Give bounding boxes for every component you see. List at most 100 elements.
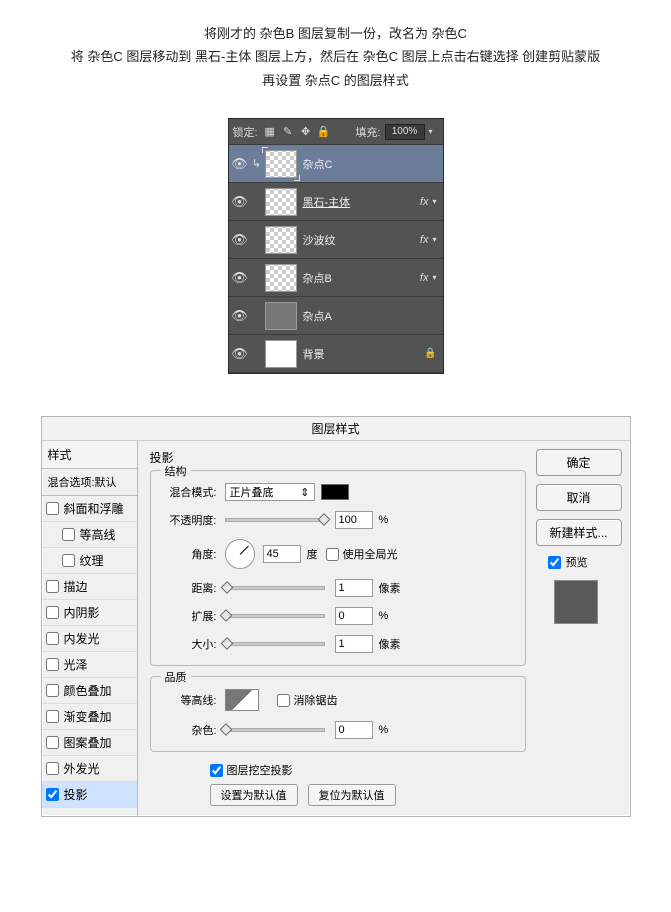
style-list-item[interactable]: 等高线: [42, 522, 137, 548]
lock-position-icon[interactable]: ✥: [298, 124, 314, 140]
size-unit: 像素: [379, 636, 401, 652]
visibility-eye-icon[interactable]: 👁: [229, 308, 251, 324]
angle-input[interactable]: [263, 545, 301, 563]
chevron-down-icon[interactable]: ▾: [432, 197, 436, 206]
set-default-button[interactable]: 设置为默认值: [210, 784, 298, 806]
noise-input[interactable]: [335, 721, 373, 739]
style-list-item[interactable]: 纹理: [42, 548, 137, 574]
layer-row[interactable]: 👁↳杂点C: [229, 145, 443, 183]
style-list-item[interactable]: 描边: [42, 574, 137, 600]
style-checkbox[interactable]: [46, 502, 59, 515]
contour-picker[interactable]: [225, 689, 259, 711]
style-checkbox[interactable]: [46, 684, 59, 697]
distance-label: 距离:: [161, 580, 217, 596]
global-light-checkbox[interactable]: 使用全局光: [326, 546, 398, 562]
chevron-down-icon[interactable]: ▾: [432, 235, 436, 244]
knockout-checkbox[interactable]: 图层挖空投影: [210, 762, 293, 778]
layer-thumbnail[interactable]: [265, 150, 297, 178]
reset-default-button[interactable]: 复位为默认值: [308, 784, 396, 806]
main-panel: 投影 结构 混合模式: 正片叠底⇕ 不透明度: % 角度:: [138, 441, 536, 816]
visibility-eye-icon[interactable]: 👁: [229, 232, 251, 248]
layer-row[interactable]: 👁背景🔒: [229, 335, 443, 373]
visibility-eye-icon[interactable]: 👁: [229, 156, 251, 172]
style-item-label: 内发光: [64, 630, 100, 647]
style-item-label: 纹理: [80, 552, 104, 569]
preview-checkbox[interactable]: 预览: [548, 554, 622, 570]
layer-thumbnail[interactable]: [265, 340, 297, 368]
layer-row[interactable]: 👁 黑石-主体fx▾: [229, 183, 443, 221]
style-checkbox[interactable]: [46, 762, 59, 775]
styles-header[interactable]: 样式: [42, 441, 137, 469]
spread-slider[interactable]: [225, 614, 325, 618]
layer-thumbnail[interactable]: [265, 188, 297, 216]
lock-icons: ▦ ✎ ✥ 🔒: [262, 124, 332, 140]
style-list-item[interactable]: 投影: [42, 782, 137, 808]
layer-row[interactable]: 👁沙波纹fx▾: [229, 221, 443, 259]
style-list-item[interactable]: 斜面和浮雕: [42, 496, 137, 522]
style-item-label: 等高线: [80, 526, 116, 543]
lock-image-icon[interactable]: ✎: [280, 124, 296, 140]
antialias-checkbox[interactable]: 消除锯齿: [277, 692, 338, 708]
fx-badge[interactable]: fx: [420, 234, 429, 246]
style-list-item[interactable]: 内阴影: [42, 600, 137, 626]
new-style-button[interactable]: 新建样式...: [536, 519, 622, 546]
style-list-item[interactable]: 颜色叠加: [42, 678, 137, 704]
style-item-label: 渐变叠加: [64, 708, 112, 725]
layer-thumbnail[interactable]: [265, 264, 297, 292]
opacity-input[interactable]: [335, 511, 373, 529]
quality-fieldset: 品质 等高线: 消除锯齿 杂色: %: [150, 676, 526, 752]
contour-label: 等高线:: [161, 692, 217, 708]
opacity-slider[interactable]: [225, 518, 325, 522]
visibility-eye-icon[interactable]: 👁: [229, 194, 251, 210]
distance-input[interactable]: [335, 579, 373, 597]
visibility-eye-icon[interactable]: 👁: [229, 270, 251, 286]
style-checkbox[interactable]: [46, 736, 59, 749]
dialog-buttons-col: 确定 取消 新建样式... 预览: [536, 441, 630, 816]
angle-label: 角度:: [161, 546, 217, 562]
style-list-item[interactable]: 图案叠加: [42, 730, 137, 756]
layer-thumbnail[interactable]: [265, 302, 297, 330]
size-input[interactable]: [335, 635, 373, 653]
style-checkbox[interactable]: [62, 528, 75, 541]
layers-header: 锁定: ▦ ✎ ✥ 🔒 填充: 100% ▾: [229, 119, 443, 145]
blend-mode-dropdown[interactable]: 正片叠底⇕: [225, 483, 315, 501]
noise-unit: %: [379, 724, 389, 736]
layer-row[interactable]: 👁杂点A: [229, 297, 443, 335]
instructions-block: 将刚才的 杂色B 图层复制一份，改名为 杂色C 将 杂色C 图层移动到 黑石-主…: [0, 0, 671, 110]
instruction-line: 将刚才的 杂色B 图层复制一份，改名为 杂色C: [10, 22, 661, 45]
section-title: 投影: [150, 449, 526, 466]
distance-slider[interactable]: [225, 586, 325, 590]
spread-input[interactable]: [335, 607, 373, 625]
fill-label: 填充:: [355, 124, 380, 140]
chevron-down-icon[interactable]: ▾: [432, 273, 436, 282]
style-checkbox[interactable]: [46, 658, 59, 671]
style-checkbox[interactable]: [62, 554, 75, 567]
dropdown-arrow-icon[interactable]: ▾: [429, 127, 439, 136]
style-checkbox[interactable]: [46, 580, 59, 593]
ok-button[interactable]: 确定: [536, 449, 622, 476]
fx-badge[interactable]: fx: [420, 196, 429, 208]
cancel-button[interactable]: 取消: [536, 484, 622, 511]
size-slider[interactable]: [225, 642, 325, 646]
visibility-eye-icon[interactable]: 👁: [229, 346, 251, 362]
lock-transparency-icon[interactable]: ▦: [262, 124, 278, 140]
shadow-color-swatch[interactable]: [321, 484, 349, 500]
style-checkbox[interactable]: [46, 788, 59, 801]
lock-all-icon[interactable]: 🔒: [316, 124, 332, 140]
fill-value-box[interactable]: 100%: [385, 124, 425, 140]
fx-badge[interactable]: fx: [420, 272, 429, 284]
style-checkbox[interactable]: [46, 710, 59, 723]
blend-options-item[interactable]: 混合选项:默认: [42, 469, 137, 496]
style-checkbox[interactable]: [46, 606, 59, 619]
style-list-item[interactable]: 渐变叠加: [42, 704, 137, 730]
style-list-item[interactable]: 光泽: [42, 652, 137, 678]
style-list-item[interactable]: 外发光: [42, 756, 137, 782]
layer-thumbnail[interactable]: [265, 226, 297, 254]
layer-name-label: 黑石-主体: [303, 194, 420, 210]
noise-slider[interactable]: [225, 728, 325, 732]
angle-dial[interactable]: [225, 539, 255, 569]
layer-row[interactable]: 👁杂点Bfx▾: [229, 259, 443, 297]
style-list-item[interactable]: 内发光: [42, 626, 137, 652]
style-checkbox[interactable]: [46, 632, 59, 645]
preview-swatch: [554, 580, 598, 624]
